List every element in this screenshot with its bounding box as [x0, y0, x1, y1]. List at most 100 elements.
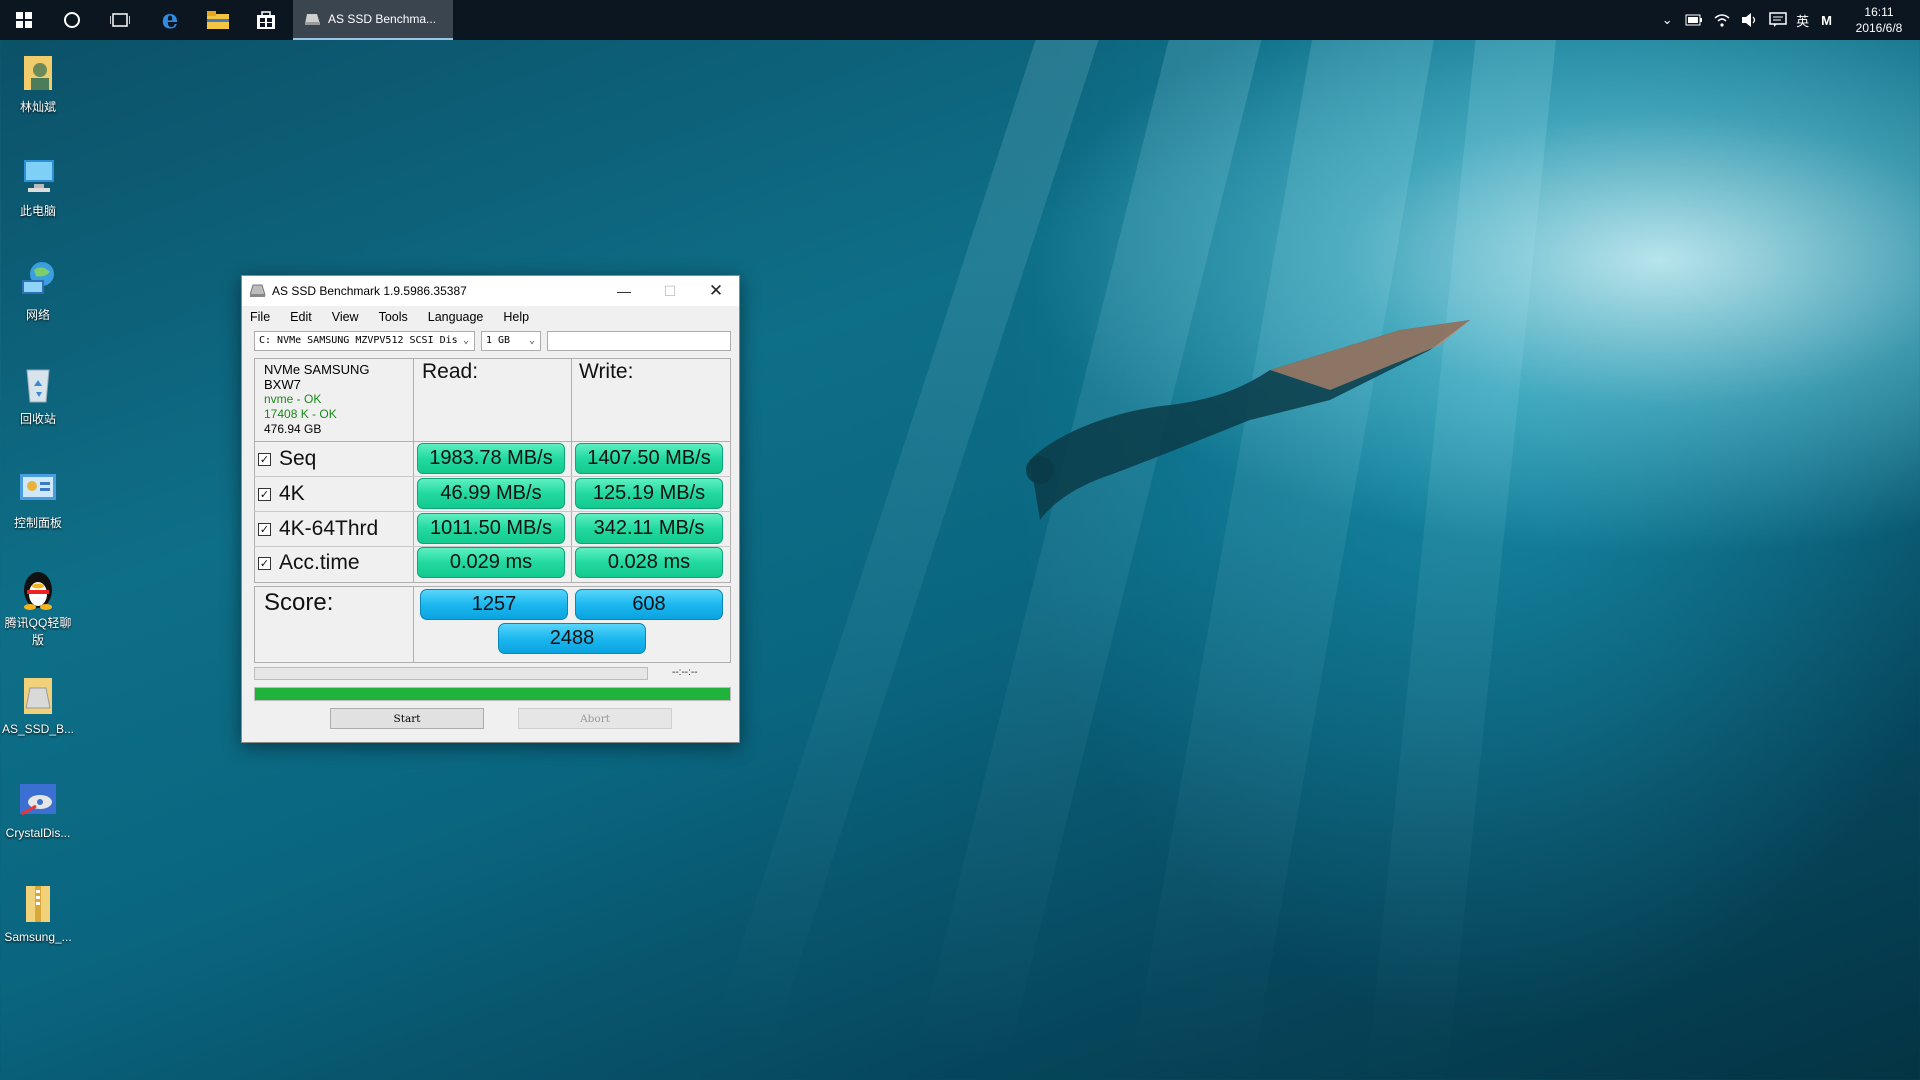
clock-time: 16:11	[1864, 5, 1894, 19]
desktop-icon-label: 回收站	[19, 412, 56, 426]
seq-write-result: 1407.50 MB/s	[575, 443, 723, 474]
minimize-button[interactable]: —	[601, 276, 647, 306]
drive-alignment-status: 17408 K - OK	[264, 407, 337, 421]
as-ssd-taskbar-button[interactable]: AS SSD Benchma...	[293, 0, 453, 40]
chevron-up-icon[interactable]: ⌄	[1654, 12, 1680, 28]
divider	[571, 358, 572, 583]
desktop-icon-recycle-bin[interactable]: 回收站	[0, 362, 76, 427]
wifi-icon[interactable]	[1713, 12, 1731, 28]
window-title: AS SSD Benchmark 1.9.5986.35387	[272, 284, 467, 298]
file-explorer-taskbar-button[interactable]	[194, 0, 242, 40]
menu-view[interactable]: View	[332, 310, 359, 324]
user-folder-icon	[16, 50, 60, 94]
app-disk-icon	[250, 284, 266, 297]
drive-firmware: BXW7	[264, 377, 301, 392]
row-label: 4K-64Thrd	[279, 517, 379, 540]
desktop-icon-crystaldisk[interactable]: CrystalDis...	[0, 778, 76, 840]
desktop-icon-network[interactable]: 网络	[0, 258, 76, 323]
desktop-icon-label: AS_SSD_B...	[1, 722, 75, 736]
desktop-icon-label: 网络	[25, 308, 50, 322]
crystaldisk-icon	[16, 778, 60, 822]
start-button[interactable]	[0, 0, 48, 40]
4k64-read-result: 1011.50 MB/s	[417, 513, 565, 544]
chevron-down-icon: ⌄	[458, 332, 474, 350]
row-4k64-label[interactable]: ✓ 4K-64Thrd	[258, 515, 378, 543]
read-header: Read:	[422, 360, 479, 383]
cortana-circle-icon	[64, 12, 80, 28]
drive-model: NVMe SAMSUNG	[264, 362, 370, 377]
desktop-icon-label: 此电脑	[19, 204, 56, 218]
drive-capacity: 476.94 GB	[264, 422, 322, 436]
overall-progress	[254, 687, 731, 701]
ime-mode-indicator[interactable]: M	[1821, 13, 1832, 28]
windows-logo-icon	[16, 12, 32, 28]
drive-select-value: C: NVMe SAMSUNG MZVPV512 SCSI Dis	[259, 335, 458, 346]
desktop-icon-samsung-zip[interactable]: Samsung_...	[0, 882, 76, 944]
write-header: Write:	[579, 360, 634, 383]
4k64-write-result: 342.11 MB/s	[575, 513, 723, 544]
computer-icon	[16, 154, 60, 198]
edge-taskbar-button[interactable]: e	[146, 0, 194, 40]
menu-bar: File Edit View Tools Language Help	[242, 306, 739, 328]
qq-penguin-icon	[16, 566, 60, 610]
elapsed-time: --:--:--	[672, 667, 698, 678]
row-acctime-label[interactable]: ✓ Acc.time	[258, 549, 360, 577]
desktop-icon-user-folder[interactable]: 林灿斌	[0, 50, 76, 115]
clock[interactable]: 16:11 2016/6/8	[1846, 4, 1912, 36]
desktop-icon-label: Samsung_...	[4, 930, 72, 944]
desktop-icon-label: 控制面板	[13, 516, 62, 530]
close-button[interactable]: ✕	[693, 276, 739, 306]
volume-icon[interactable]	[1741, 12, 1759, 28]
score-write: 608	[575, 589, 723, 620]
size-select[interactable]: 1 GB ⌄	[481, 331, 541, 351]
disk-icon	[305, 14, 320, 25]
window-titlebar[interactable]: AS SSD Benchmark 1.9.5986.35387 — ☐ ✕	[242, 276, 739, 306]
ime-indicator[interactable]: 英	[1796, 11, 1809, 30]
checkbox-icon[interactable]: ✓	[258, 522, 271, 536]
menu-help[interactable]: Help	[503, 310, 529, 324]
checkbox-icon[interactable]: ✓	[258, 452, 271, 466]
abort-button[interactable]: Abort	[518, 708, 672, 729]
divider	[254, 476, 731, 477]
menu-edit[interactable]: Edit	[290, 310, 312, 324]
minimize-icon: —	[617, 283, 631, 299]
start-button[interactable]: Start	[330, 708, 484, 729]
task-view-button[interactable]	[96, 0, 144, 40]
checkbox-icon[interactable]: ✓	[258, 556, 271, 570]
divider	[254, 441, 731, 442]
as-ssd-window: AS SSD Benchmark 1.9.5986.35387 — ☐ ✕ Fi…	[241, 275, 740, 743]
network-icon	[16, 258, 60, 302]
divider	[413, 358, 414, 583]
store-taskbar-button[interactable]	[242, 0, 290, 40]
edge-icon: e	[161, 5, 179, 35]
4k-read-result: 46.99 MB/s	[417, 478, 565, 509]
row-seq-label[interactable]: ✓ Seq	[258, 445, 316, 473]
4k-write-result: 125.19 MB/s	[575, 478, 723, 509]
cortana-button[interactable]	[48, 0, 96, 40]
action-center-icon[interactable]	[1769, 12, 1787, 28]
menu-file[interactable]: File	[250, 310, 270, 324]
drive-driver-status: nvme - OK	[264, 392, 322, 406]
row-label: Seq	[279, 447, 317, 470]
checkbox-icon[interactable]: ✓	[258, 487, 271, 501]
desktop-icon-this-pc[interactable]: 此电脑	[0, 154, 76, 219]
desktop-icon-qq[interactable]: 腾讯QQ轻聊版	[0, 566, 76, 648]
menu-tools[interactable]: Tools	[379, 310, 408, 324]
search-input[interactable]	[547, 331, 731, 351]
chevron-down-icon: ⌄	[524, 332, 540, 350]
row-label: Acc.time	[279, 551, 360, 574]
as-ssd-icon	[16, 674, 60, 718]
battery-icon[interactable]	[1685, 14, 1703, 26]
desktop-icon-control-panel[interactable]: 控制面板	[0, 466, 76, 531]
drive-select[interactable]: C: NVMe SAMSUNG MZVPV512 SCSI Dis ⌄	[254, 331, 475, 351]
maximize-icon: ☐	[663, 282, 677, 299]
seq-read-result: 1983.78 MB/s	[417, 443, 565, 474]
control-panel-icon	[16, 466, 60, 510]
row-4k-label[interactable]: ✓ 4K	[258, 480, 305, 508]
score-total: 2488	[498, 623, 646, 654]
menu-language[interactable]: Language	[428, 310, 484, 324]
maximize-button[interactable]: ☐	[647, 276, 693, 306]
desktop-icon-as-ssd[interactable]: AS_SSD_B...	[0, 674, 76, 736]
desktop-icon-label: 林灿斌	[19, 100, 56, 114]
row-label: 4K	[279, 482, 305, 505]
